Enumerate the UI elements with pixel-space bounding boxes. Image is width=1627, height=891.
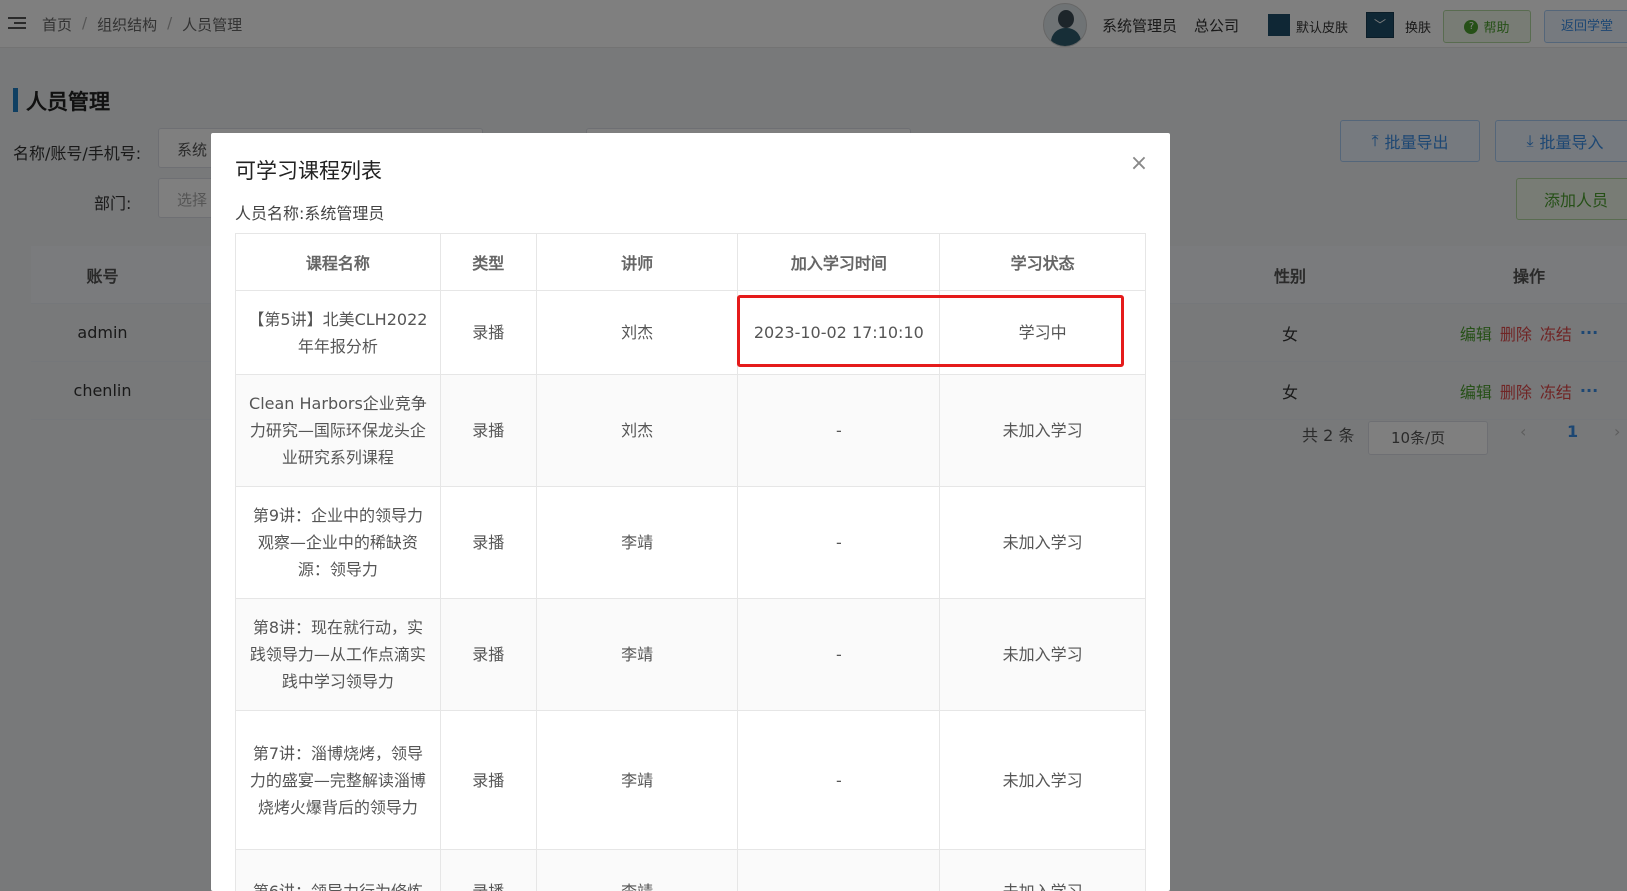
highlight-box bbox=[737, 295, 1124, 367]
status-cell: 未加入学习 bbox=[939, 710, 1146, 850]
table-row: Clean Harbors企业竞争力研究—国际环保龙头企业研究系列课程 录播 刘… bbox=[235, 374, 1146, 487]
teacher-cell: 李靖 bbox=[535, 849, 739, 891]
join-time-cell: - bbox=[737, 598, 941, 711]
table-row: 第8讲：现在就行动，实践领导力—从工作点滴实践中学习领导力 录播 李靖 - 未加… bbox=[235, 598, 1146, 711]
join-time-cell: - bbox=[737, 374, 941, 487]
modal-title: 可学习课程列表 bbox=[235, 159, 382, 183]
type-cell: 录播 bbox=[439, 374, 537, 487]
col-course-name: 课程名称 bbox=[235, 233, 441, 291]
teacher-cell: 李靖 bbox=[535, 598, 739, 711]
type-cell: 录播 bbox=[439, 849, 537, 891]
type-cell: 录播 bbox=[439, 486, 537, 599]
type-cell: 录播 bbox=[439, 598, 537, 711]
type-cell: 录播 bbox=[439, 290, 537, 375]
join-time-cell: - bbox=[737, 486, 941, 599]
status-cell: 未加入学习 bbox=[939, 598, 1146, 711]
table-row: 第7讲：淄博烧烤，领导力的盛宴—完整解读淄博烧烤火爆背后的领导力 录播 李靖 -… bbox=[235, 710, 1146, 850]
join-time-cell: - bbox=[737, 849, 941, 891]
teacher-cell: 李靖 bbox=[535, 710, 739, 850]
col-type: 类型 bbox=[439, 233, 537, 291]
course-list-modal: 可学习课程列表 × 人员名称: 系统管理员 课程名称 类型 讲师 加入学习时间 … bbox=[211, 133, 1170, 891]
person-name: 系统管理员 bbox=[304, 204, 385, 223]
teacher-cell: 刘杰 bbox=[535, 374, 739, 487]
person-info: 人员名称: 系统管理员 bbox=[235, 200, 384, 224]
status-cell: 未加入学习 bbox=[939, 849, 1146, 891]
course-name-cell: 第9讲：企业中的领导力观察—企业中的稀缺资源：领导力 bbox=[235, 486, 441, 599]
close-icon[interactable]: × bbox=[1128, 153, 1150, 175]
type-cell: 录播 bbox=[439, 710, 537, 850]
status-cell: 未加入学习 bbox=[939, 486, 1146, 599]
course-name-cell: 【第5讲】北美CLH2022年年报分析 bbox=[235, 290, 441, 375]
course-name-cell: 第7讲：淄博烧烤，领导力的盛宴—完整解读淄博烧烤火爆背后的领导力 bbox=[235, 710, 441, 850]
table-row: 第9讲：企业中的领导力观察—企业中的稀缺资源：领导力 录播 李靖 - 未加入学习 bbox=[235, 486, 1146, 599]
person-label: 人员名称: bbox=[235, 204, 305, 223]
course-name-cell: Clean Harbors企业竞争力研究—国际环保龙头企业研究系列课程 bbox=[235, 374, 441, 487]
teacher-cell: 李靖 bbox=[535, 486, 739, 599]
teacher-cell: 刘杰 bbox=[535, 290, 739, 375]
table-row: 第6讲：领导力行为修炼 录播 李靖 - 未加入学习 bbox=[235, 849, 1146, 891]
course-table-header: 课程名称 类型 讲师 加入学习时间 学习状态 bbox=[235, 233, 1146, 291]
course-name-cell: 第6讲：领导力行为修炼 bbox=[235, 849, 441, 891]
col-join-time: 加入学习时间 bbox=[737, 233, 941, 291]
col-status: 学习状态 bbox=[939, 233, 1146, 291]
status-cell: 未加入学习 bbox=[939, 374, 1146, 487]
course-name-cell: 第8讲：现在就行动，实践领导力—从工作点滴实践中学习领导力 bbox=[235, 598, 441, 711]
join-time-cell: - bbox=[737, 710, 941, 850]
col-teacher: 讲师 bbox=[535, 233, 739, 291]
